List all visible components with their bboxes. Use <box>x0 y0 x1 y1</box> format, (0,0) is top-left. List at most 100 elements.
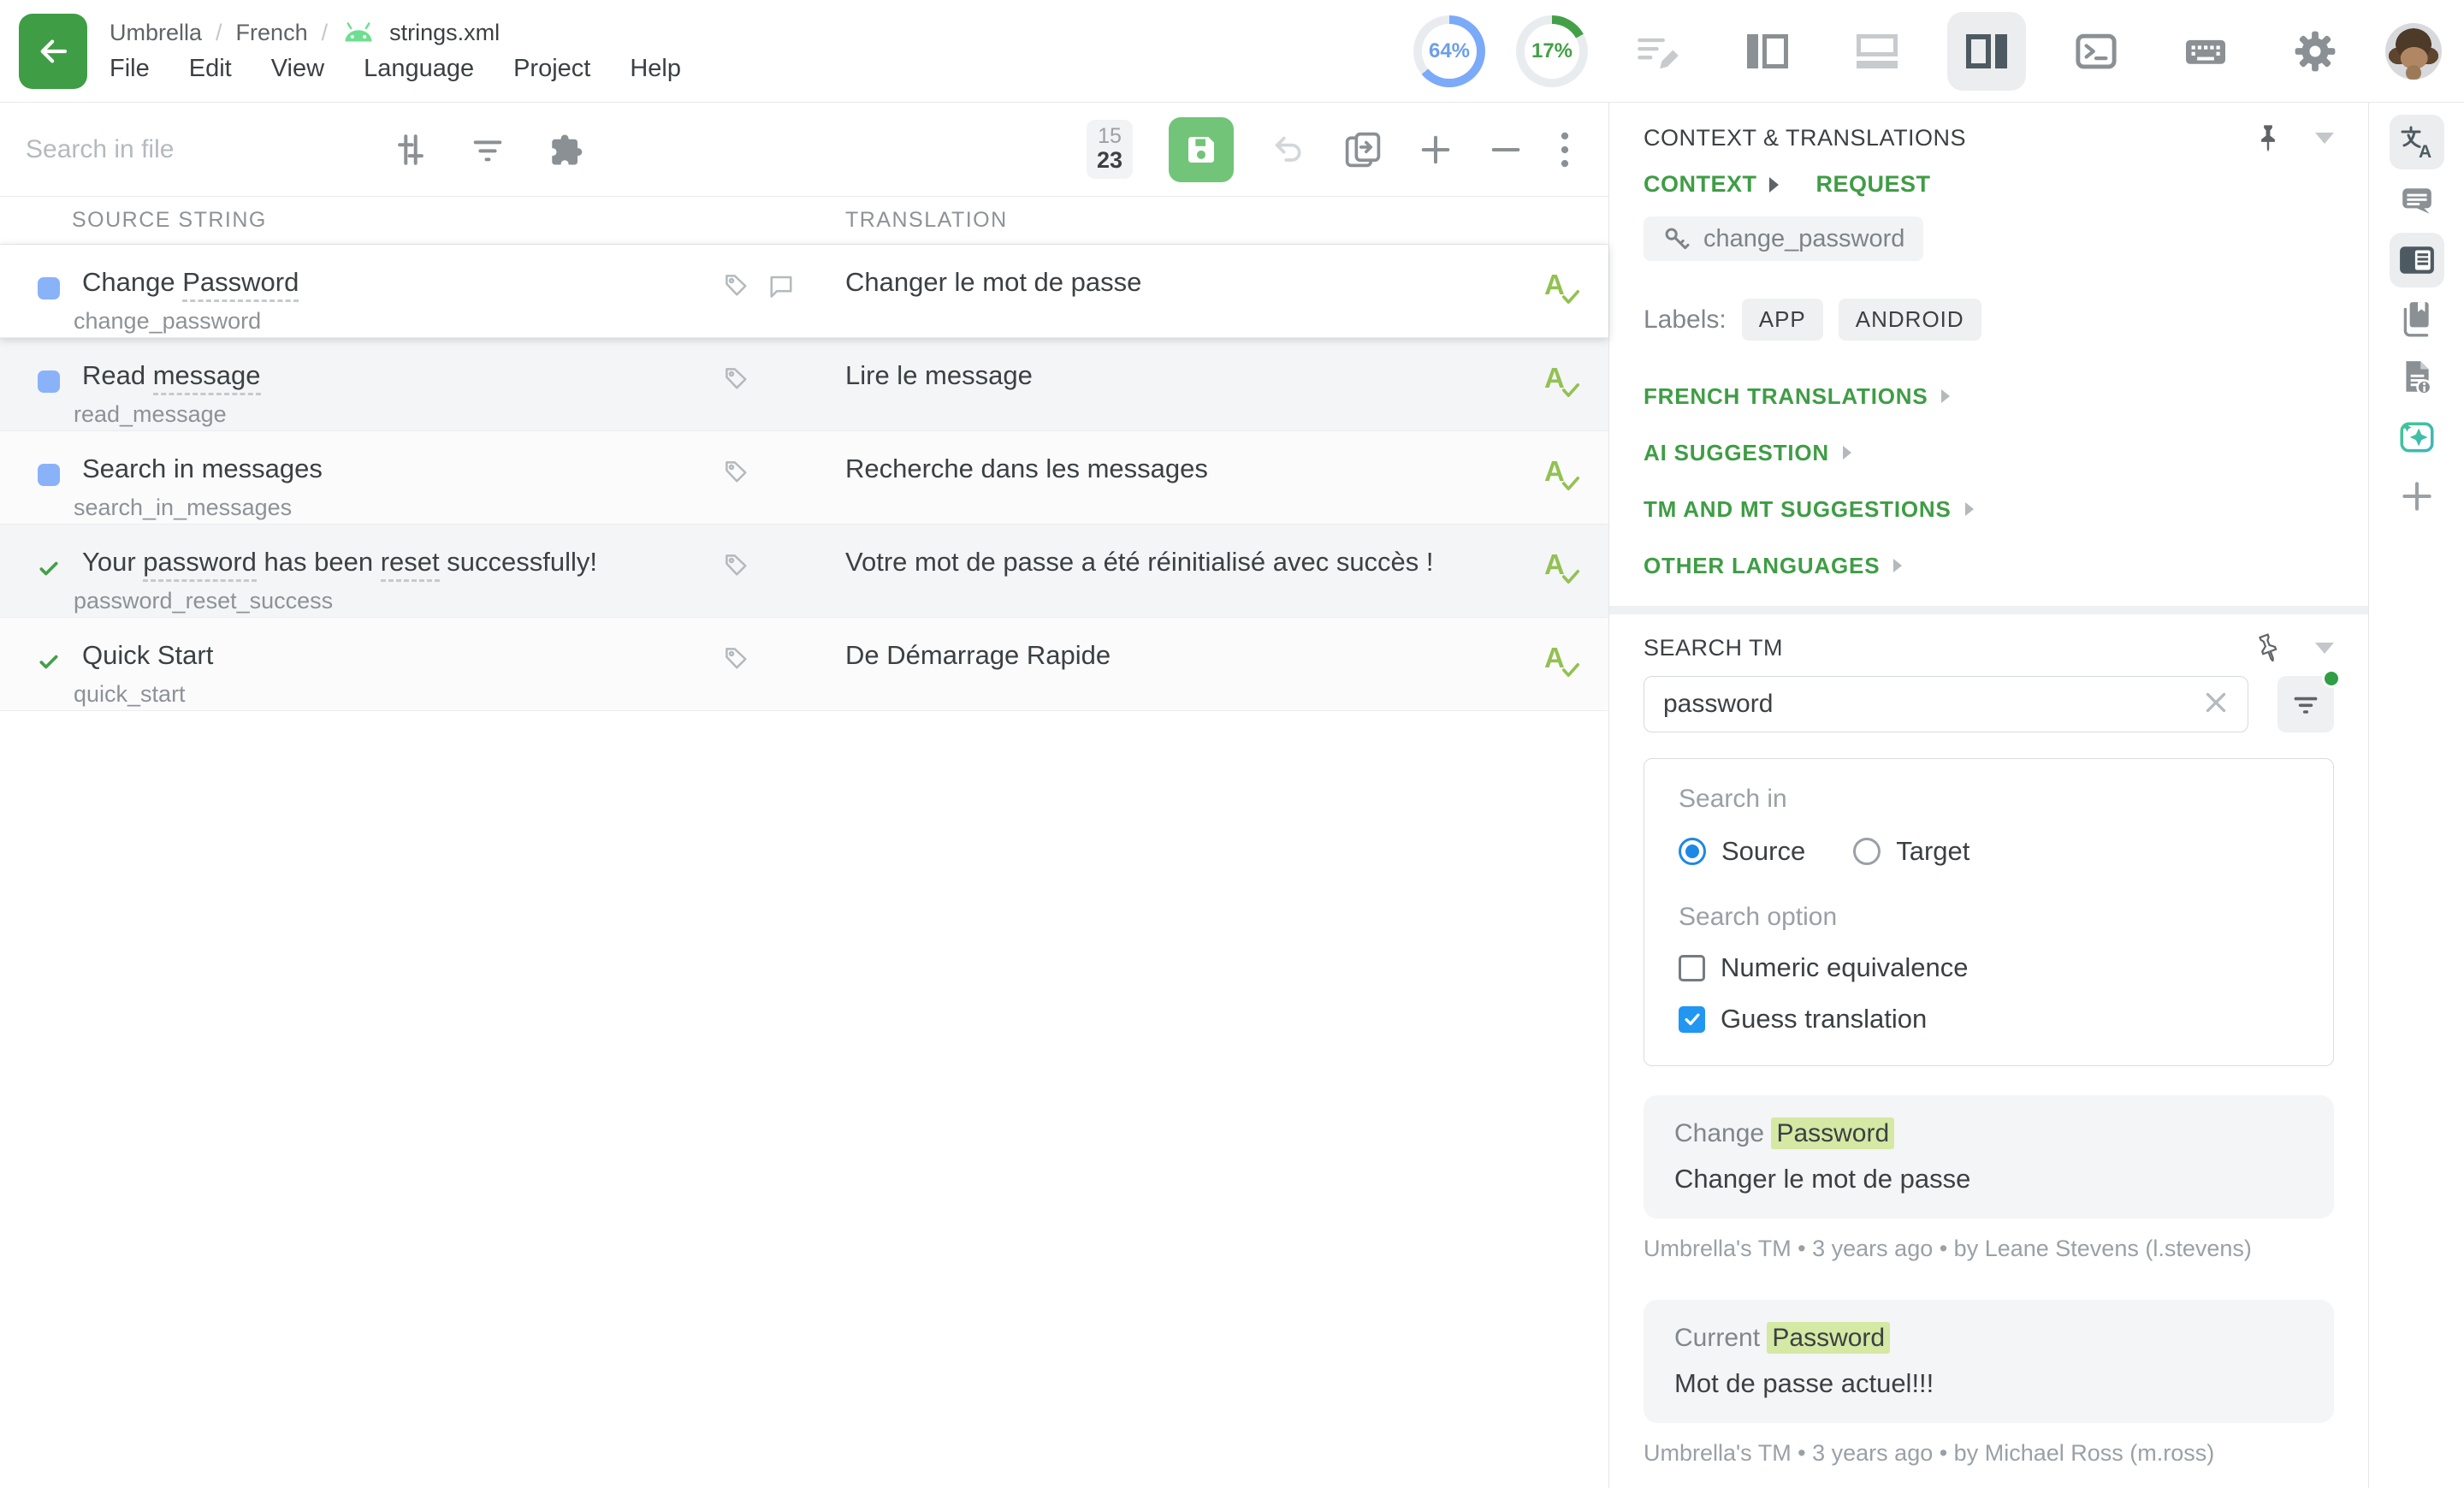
console-icon[interactable] <box>2057 12 2135 91</box>
left-panel-layout-button[interactable] <box>1728 12 1807 91</box>
table-row[interactable]: Search in messages search_in_messages Re… <box>0 431 1608 525</box>
search-in-file-input[interactable] <box>26 135 368 164</box>
proofread-icon[interactable]: A <box>1544 362 1584 403</box>
comments-panel-icon[interactable] <box>2390 174 2444 228</box>
right-panel-layout-button[interactable] <box>1947 12 2026 91</box>
status-icon <box>38 277 60 299</box>
keyboard-icon[interactable] <box>2166 12 2245 91</box>
checkbox-guess-translation[interactable]: Guess translation <box>1679 1004 2299 1034</box>
table-row[interactable]: Quick Start quick_start De Démarrage Rap… <box>0 618 1608 711</box>
string-key: quick_start <box>74 681 186 708</box>
tm-meta: Umbrella's TM • 3 years ago • by Leane S… <box>1644 1236 2334 1262</box>
bottom-panel-layout-button[interactable] <box>1838 12 1916 91</box>
translation-text: De Démarrage Rapide <box>845 640 1111 671</box>
table-header: SOURCE STRING TRANSLATION <box>0 197 1608 245</box>
translation-text: Changer le mot de passe <box>845 267 1141 298</box>
tm-result-card[interactable]: Current Password Mot de passe actuel!!! <box>1644 1300 2334 1423</box>
user-avatar[interactable] <box>2385 23 2442 80</box>
unpin-icon[interactable] <box>2251 630 2285 666</box>
proofread-icon[interactable]: A <box>1544 548 1584 590</box>
context-card-panel-icon[interactable] <box>2390 233 2444 288</box>
table-row[interactable]: Change Password change_password Changer … <box>0 245 1608 338</box>
label-chip-app[interactable]: APP <box>1742 299 1823 341</box>
menu-language[interactable]: Language <box>364 55 474 83</box>
breadcrumb-separator: / <box>322 20 329 46</box>
tm-search-row <box>1644 676 2334 732</box>
clear-search-icon[interactable] <box>2203 690 2229 720</box>
tag-icon[interactable] <box>723 552 749 582</box>
display-settings-icon[interactable] <box>394 133 428 167</box>
checkbox-numeric-equivalence[interactable]: Numeric equivalence <box>1679 952 2299 983</box>
breadcrumb: Umbrella / French / strings.xml <box>110 20 681 46</box>
string-key-chip[interactable]: change_password <box>1644 216 1923 261</box>
translated-progress-ring[interactable]: 64% <box>1413 15 1485 87</box>
tag-icon[interactable] <box>723 365 749 395</box>
radio-source[interactable]: Source <box>1679 836 1805 867</box>
add-string-icon[interactable] <box>1419 133 1453 167</box>
chevron-down-icon[interactable] <box>2315 643 2334 654</box>
header-actions: 64% 17% <box>1413 12 2442 91</box>
menu-file[interactable]: File <box>110 55 150 83</box>
tm-result-card[interactable]: Change Password Changer le mot de passe <box>1644 1095 2334 1218</box>
menu-project[interactable]: Project <box>513 55 590 83</box>
proofread-icon[interactable]: A <box>1544 642 1584 683</box>
filter-strings-icon[interactable] <box>471 133 505 167</box>
menu-view[interactable]: View <box>271 55 324 83</box>
source-string-text: Change Password <box>82 267 299 298</box>
gear-icon[interactable] <box>2276 12 2354 91</box>
collapse-arrow-icon <box>1769 177 1779 193</box>
draft-edit-icon[interactable] <box>1619 12 1697 91</box>
breadcrumb-file[interactable]: strings.xml <box>389 20 500 46</box>
ai-assistant-icon[interactable] <box>2390 410 2444 465</box>
tag-icon[interactable] <box>723 272 749 302</box>
translations-panel-icon[interactable]: A <box>2390 115 2444 169</box>
tag-icon[interactable] <box>723 645 749 675</box>
pin-icon[interactable] <box>2255 123 2281 152</box>
table-row[interactable]: Read message read_message Lire le messag… <box>0 338 1608 431</box>
approved-progress-ring[interactable]: 17% <box>1516 15 1588 87</box>
breadcrumb-language[interactable]: French <box>236 20 308 46</box>
section-tm-mt-suggestions[interactable]: TM AND MT SUGGESTIONS <box>1644 481 2334 537</box>
more-options-kebab-icon[interactable] <box>1559 131 1571 169</box>
tm-search-input[interactable] <box>1663 690 2203 719</box>
duplicate-string-icon[interactable] <box>1343 130 1383 169</box>
search-in-caption: Search in <box>1679 785 2299 814</box>
menu-edit[interactable]: Edit <box>189 55 232 83</box>
section-ai-suggestion[interactable]: AI SUGGESTION <box>1644 424 2334 481</box>
section-other-languages[interactable]: OTHER LANGUAGES <box>1644 537 2334 594</box>
chevron-down-icon[interactable] <box>2315 133 2334 144</box>
labels-row: Labels: APP ANDROID <box>1644 299 2334 341</box>
tm-filter-button[interactable] <box>2277 676 2334 732</box>
tab-request[interactable]: REQUEST <box>1816 171 1931 198</box>
menu-help[interactable]: Help <box>630 55 681 83</box>
back-button[interactable] <box>19 14 87 89</box>
android-icon <box>341 20 376 45</box>
save-button[interactable] <box>1169 117 1234 182</box>
remove-string-icon[interactable] <box>1489 133 1523 167</box>
string-position-counter: 15 23 <box>1087 120 1133 179</box>
comment-icon[interactable] <box>768 274 794 302</box>
glossary-book-icon[interactable] <box>2390 292 2444 347</box>
table-row[interactable]: Your password has been reset successfull… <box>0 525 1608 618</box>
status-icon <box>38 464 60 486</box>
tab-context[interactable]: CONTEXT <box>1644 171 1779 198</box>
label-chip-android[interactable]: ANDROID <box>1839 299 1981 341</box>
breadcrumb-project[interactable]: Umbrella <box>110 20 202 46</box>
context-tabs: CONTEXT REQUEST <box>1644 171 2334 198</box>
file-info-icon[interactable] <box>2390 351 2444 406</box>
option-label: Source <box>1721 836 1805 867</box>
proofread-icon[interactable]: A <box>1544 269 1584 310</box>
radio-target[interactable]: Target <box>1853 836 1969 867</box>
source-string-text: Search in messages <box>82 454 323 484</box>
plugins-puzzle-icon[interactable] <box>548 132 583 168</box>
proofread-icon[interactable]: A <box>1544 455 1584 496</box>
option-label: Guess translation <box>1721 1004 1927 1034</box>
tm-results-list: Change Password Changer le mot de passe … <box>1644 1095 2334 1467</box>
undo-icon[interactable] <box>1270 133 1307 167</box>
section-french-translations[interactable]: FRENCH TRANSLATIONS <box>1644 368 2334 424</box>
translation-text: Lire le message <box>845 360 1033 391</box>
editor-toolbar: 15 23 <box>0 103 1608 197</box>
add-panel-plus-icon[interactable] <box>2390 469 2444 524</box>
tag-icon[interactable] <box>723 459 749 489</box>
status-icon <box>38 371 60 393</box>
